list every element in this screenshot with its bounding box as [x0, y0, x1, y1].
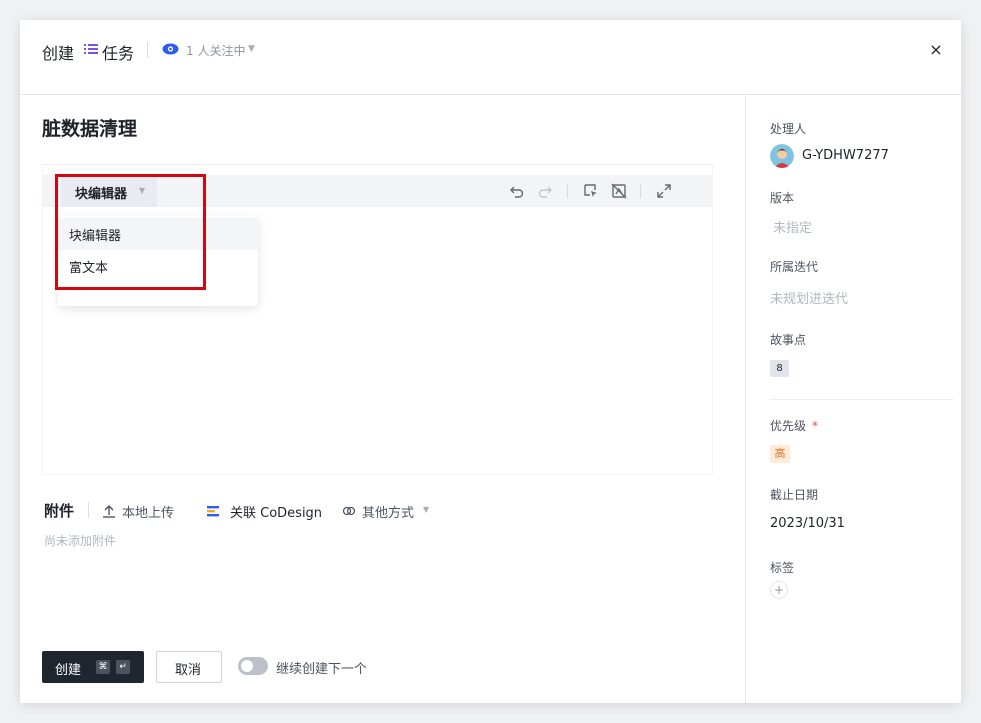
clear-format-icon[interactable]: [611, 183, 627, 199]
link-codesign-button[interactable]: 关联 CoDesign: [206, 502, 330, 521]
sidebar-divider: [745, 95, 746, 703]
issue-type-label[interactable]: 任务: [102, 40, 134, 64]
continue-create-toggle[interactable]: [238, 657, 268, 675]
list-icon: [84, 44, 98, 54]
watchers-count[interactable]: 1 人关注中: [186, 42, 245, 59]
upload-local-button[interactable]: 本地上传: [102, 502, 182, 521]
version-value[interactable]: 未指定: [773, 217, 812, 236]
select-cursor-icon[interactable]: [583, 183, 599, 199]
cmd-key-icon: ⌘: [96, 660, 110, 674]
user-avatar-icon: [770, 144, 794, 168]
upload-icon: [103, 505, 115, 518]
task-title[interactable]: 脏数据清理: [42, 114, 137, 141]
priority-label-text: 优先级: [770, 419, 807, 433]
create-button[interactable]: 创建 ⌘ ↵: [42, 651, 144, 683]
codesign-icon: [207, 506, 219, 517]
sidebar-separator: [770, 399, 954, 400]
enter-key-icon: ↵: [116, 660, 130, 674]
create-title: 创建: [42, 44, 75, 63]
other-methods-label: 其他方式: [362, 506, 415, 521]
create-task-modal: 创建 任务 1 人关注中 ▼ × 脏数据清理 块编辑器 ▼ 块编辑器 富文本 附…: [20, 20, 961, 703]
create-button-label: 创建: [55, 663, 82, 678]
link-codesign-label: 关联 CoDesign: [230, 506, 323, 521]
priority-label: 优先级 *: [770, 417, 818, 434]
story-points-value[interactable]: 8: [770, 360, 789, 377]
upload-local-label: 本地上传: [122, 506, 175, 521]
attachments-title: 附件: [44, 502, 75, 520]
header-divider: [147, 42, 148, 58]
other-methods-button[interactable]: 其他方式 ▼: [342, 502, 434, 521]
fullscreen-icon[interactable]: [656, 183, 672, 199]
undo-icon[interactable]: [509, 183, 525, 199]
toggle-knob: [241, 660, 253, 672]
attachments-empty-text: 尚未添加附件: [44, 534, 117, 548]
close-icon[interactable]: ×: [928, 40, 944, 59]
attachments-divider: [88, 502, 89, 518]
assignee-label: 处理人: [770, 122, 807, 136]
due-date-label: 截止日期: [770, 488, 819, 502]
iteration-label: 所属迭代: [770, 260, 819, 274]
cancel-button-label: 取消: [175, 663, 202, 678]
continue-create-label: 继续创建下一个: [276, 662, 368, 677]
toolbar-divider: [567, 184, 568, 198]
highlight-box: [55, 174, 206, 290]
tags-label: 标签: [770, 561, 795, 575]
toolbar-divider: [640, 184, 641, 198]
priority-value[interactable]: 高: [770, 445, 790, 463]
story-points-label: 故事点: [770, 333, 807, 347]
version-label: 版本: [770, 191, 795, 205]
eye-icon[interactable]: [162, 43, 179, 55]
modal-header: 创建 任务 1 人关注中 ▼ ×: [20, 20, 961, 95]
avatar[interactable]: [770, 144, 794, 168]
add-tag-icon[interactable]: +: [770, 581, 788, 599]
chevron-down-icon[interactable]: ▼: [248, 44, 255, 54]
due-date-value[interactable]: 2023/10/31: [770, 516, 845, 531]
redo-icon[interactable]: [537, 183, 553, 199]
chevron-down-icon: ▼: [423, 505, 430, 514]
assignee-value[interactable]: G-YDHW7277: [802, 148, 889, 163]
link-icon: [342, 506, 356, 516]
required-mark: *: [812, 419, 819, 433]
iteration-value[interactable]: 未规划进迭代: [770, 288, 848, 307]
cancel-button[interactable]: 取消: [156, 651, 222, 683]
